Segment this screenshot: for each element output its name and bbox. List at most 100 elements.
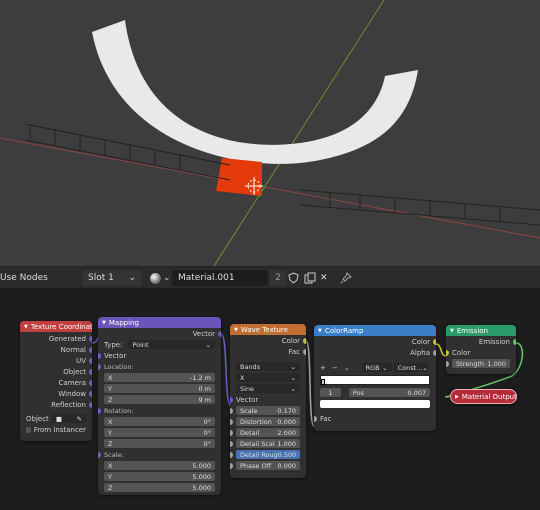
socket-output[interactable] (303, 348, 306, 355)
emission-node[interactable]: ▼ Emission Emission Color Strength 1.000 (446, 325, 516, 374)
profile-dropdown[interactable]: Sine ⌄ (236, 384, 300, 393)
number-field[interactable]: X 5.000 (104, 461, 215, 470)
node-title-bar[interactable]: ▼ Texture Coordinate (20, 321, 92, 332)
socket-input[interactable] (230, 451, 233, 458)
unlink-x-icon[interactable]: ✕ (320, 270, 328, 286)
mapping-node[interactable]: ▼ Mapping Vector Type: Point ⌄ Vector Loc… (98, 317, 221, 495)
color-mode-dropdown[interactable]: RGB ⌄ (361, 363, 392, 372)
node-title-bar[interactable]: ▶ Material Output (451, 390, 516, 403)
socket-label: Vector (192, 329, 215, 338)
wave-texture-node[interactable]: ▼ Wave Texture Color Fac Bands ⌄ X ⌄ Sine ⌄… (230, 324, 306, 478)
socket-label: UV (76, 356, 86, 365)
type-dropdown[interactable]: Point ⌄ (128, 340, 215, 349)
number-field[interactable]: X 0° (104, 417, 215, 426)
colorramp-node[interactable]: ▼ ColorRamp Color Alpha + − ⌄ RGB ⌄ Const… (314, 325, 436, 431)
number-field[interactable]: Z 5.000 (104, 483, 215, 492)
collapse-triangle-icon[interactable]: ▼ (234, 327, 238, 333)
ring-mesh[interactable] (92, 20, 418, 164)
material-output-node[interactable]: ▶ Material Output (450, 389, 517, 404)
number-field[interactable]: X -1.2 m (104, 373, 215, 382)
pin-icon[interactable] (340, 270, 352, 286)
node-title-bar[interactable]: ▼ Mapping (98, 317, 221, 328)
number-field[interactable]: Distortion 0.000 (236, 417, 300, 426)
output-vector: Vector (98, 328, 221, 339)
socket-output[interactable] (218, 330, 221, 337)
socket-input[interactable] (314, 415, 317, 422)
wave-type-dropdown[interactable]: Bands ⌄ (236, 362, 300, 371)
socket-output[interactable] (89, 401, 92, 408)
number-field[interactable]: Detail Scal 1.000 (236, 439, 300, 448)
user-count[interactable]: 2 (270, 270, 286, 286)
socket-output[interactable] (89, 357, 92, 364)
fake-user-shield-icon[interactable] (288, 270, 299, 286)
node-title-bar[interactable]: ▼ ColorRamp (314, 325, 436, 336)
direction-dropdown[interactable]: X ⌄ (236, 373, 300, 382)
socket-input[interactable] (98, 363, 101, 370)
socket-input[interactable] (98, 352, 101, 359)
socket-input[interactable] (446, 360, 449, 367)
param-label: Phase Off (240, 461, 272, 470)
object-picker[interactable]: ■ ✎ (51, 414, 86, 423)
socket-input[interactable] (98, 407, 101, 414)
from-instancer-label: From Instancer (33, 425, 86, 434)
wave-type-row: Bands ⌄ (230, 361, 306, 372)
socket-input[interactable] (230, 396, 233, 403)
socket-input[interactable] (230, 429, 233, 436)
strength-field[interactable]: Strength 1.000 (452, 359, 510, 368)
socket-output[interactable] (513, 338, 516, 345)
shader-node-editor[interactable]: ▼ Texture Coordinate Generated Normal UV… (0, 288, 540, 510)
expand-triangle-icon[interactable]: ▶ (455, 394, 459, 400)
number-field[interactable]: Z 0° (104, 439, 215, 448)
number-field[interactable]: Detail Roug 0.500 (236, 450, 300, 459)
interpolation-dropdown[interactable]: Const... ⌄ (393, 363, 428, 372)
collapse-triangle-icon[interactable]: ▼ (102, 320, 106, 326)
eyedropper-icon[interactable]: ✎ (77, 415, 82, 423)
number-field[interactable]: Phase Off 0.000 (236, 461, 300, 470)
node-title-bar[interactable]: ▼ Emission (446, 325, 516, 336)
slot-selector[interactable]: Slot 1 ⌄ (82, 270, 142, 286)
node-title-bar[interactable]: ▼ Wave Texture (230, 324, 306, 335)
socket-input[interactable] (230, 462, 233, 469)
3d-viewport[interactable] (0, 0, 540, 266)
position-field[interactable]: Pos 0.007 (348, 388, 430, 397)
ramp-stop-handle[interactable] (321, 379, 325, 385)
duplicate-icon[interactable] (304, 270, 316, 286)
socket-output[interactable] (433, 338, 436, 345)
socket-output[interactable] (89, 390, 92, 397)
use-nodes-toggle[interactable]: Use Nodes (0, 270, 60, 286)
socket-output[interactable] (303, 337, 306, 344)
socket-output[interactable] (433, 349, 436, 356)
socket-label: Normal (60, 345, 86, 354)
number-field[interactable]: Y 0 m (104, 384, 215, 393)
socket-output[interactable] (89, 379, 92, 386)
from-instancer-checkbox[interactable] (26, 426, 31, 433)
output-generated: Generated (20, 333, 92, 344)
number-field[interactable]: Scale 0.170 (236, 406, 300, 415)
socket-output[interactable] (89, 368, 92, 375)
ramp-menu-chevron-icon[interactable]: ⌄ (344, 364, 350, 372)
remove-stop-icon[interactable]: − (332, 364, 338, 372)
collapse-triangle-icon[interactable]: ▼ (450, 328, 454, 334)
texture-coordinate-node[interactable]: ▼ Texture Coordinate Generated Normal UV… (20, 321, 92, 441)
axis-label: Z (108, 483, 113, 492)
collapse-triangle-icon[interactable]: ▼ (24, 324, 28, 330)
material-name-field[interactable]: Material.001 (172, 270, 268, 286)
stop-index-field[interactable]: 1 (320, 388, 341, 397)
number-field[interactable]: Y 0° (104, 428, 215, 437)
add-stop-icon[interactable]: + (320, 364, 326, 372)
rotation-y: Y 0° (98, 427, 221, 438)
socket-output[interactable] (89, 346, 92, 353)
socket-input[interactable] (230, 440, 233, 447)
socket-input[interactable] (98, 451, 101, 458)
number-field[interactable]: Detail 2.000 (236, 428, 300, 437)
socket-input[interactable] (230, 418, 233, 425)
collapse-triangle-icon[interactable]: ▼ (318, 328, 322, 334)
material-browse-button[interactable]: ⌄ (150, 270, 171, 286)
number-field[interactable]: Y 5.000 (104, 472, 215, 481)
socket-input[interactable] (446, 349, 449, 356)
socket-input[interactable] (230, 407, 233, 414)
socket-output[interactable] (89, 335, 92, 342)
number-field[interactable]: Z 9 m (104, 395, 215, 404)
color-ramp-gradient[interactable] (320, 375, 430, 385)
stop-color-swatch[interactable] (320, 399, 430, 408)
